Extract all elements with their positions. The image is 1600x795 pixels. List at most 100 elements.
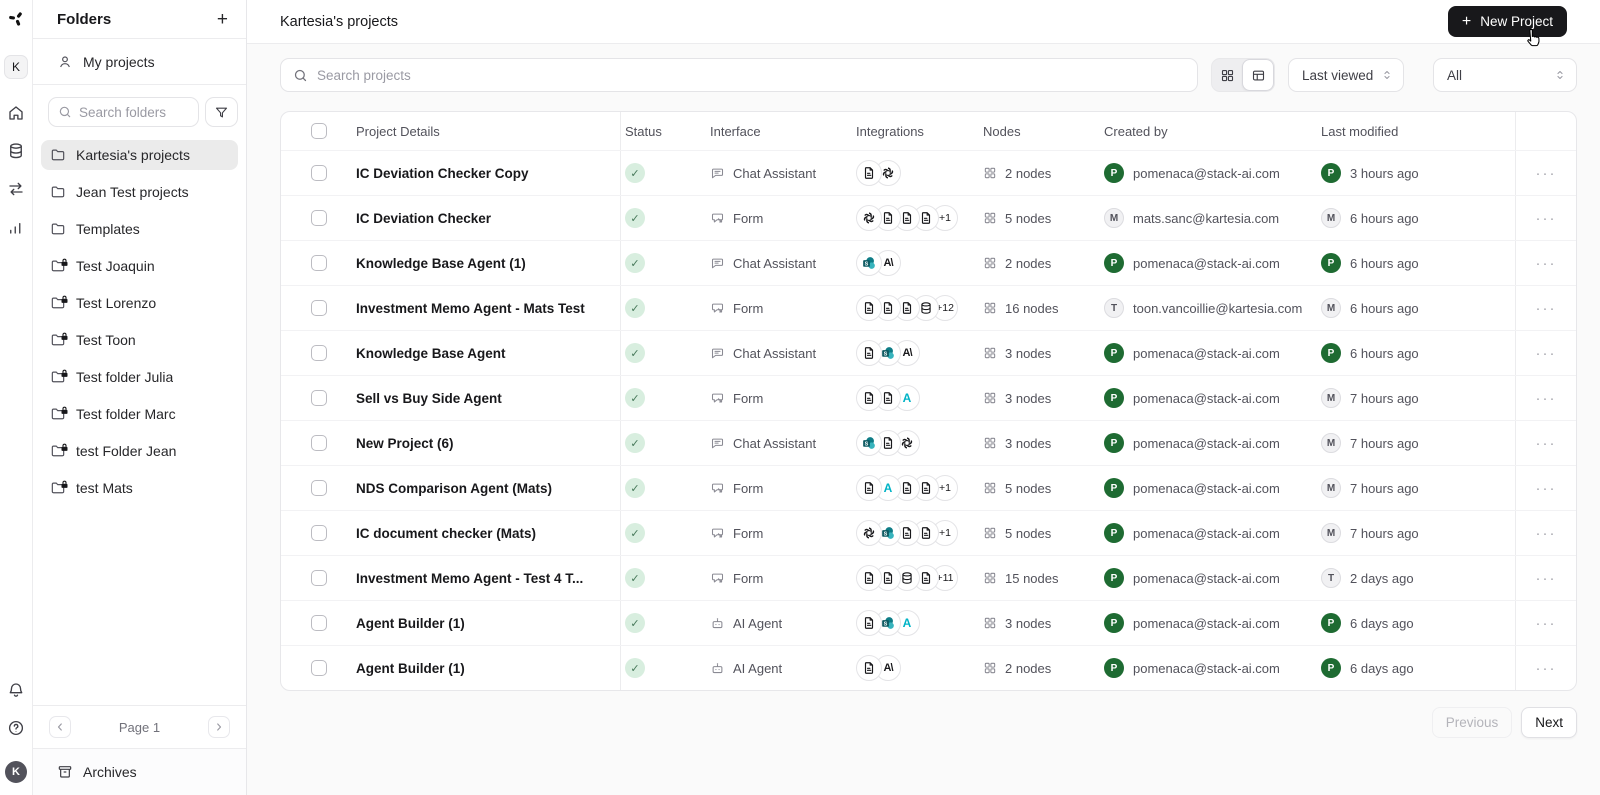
row-checkbox[interactable] (311, 345, 327, 361)
row-menu-button[interactable]: ··· (1530, 252, 1563, 275)
home-icon[interactable] (7, 104, 25, 122)
folder-icon (50, 147, 66, 163)
doc-logo-icon (900, 211, 914, 225)
project-name[interactable]: IC Deviation Checker Copy (356, 166, 541, 181)
next-page-button[interactable]: Next (1521, 707, 1577, 738)
doc-logo-icon (862, 391, 876, 405)
project-name[interactable]: IC Deviation Checker (356, 211, 503, 226)
integration-stack: +11 (856, 565, 958, 591)
row-checkbox[interactable] (311, 300, 327, 316)
row-checkbox[interactable] (311, 435, 327, 451)
row-menu-button[interactable]: ··· (1530, 477, 1563, 500)
sidebar-folder-item[interactable]: test Mats (41, 473, 238, 503)
row-menu-button[interactable]: ··· (1530, 657, 1563, 680)
status-active-icon: ✓ (625, 523, 645, 543)
sidebar-folder-item[interactable]: test Folder Jean (41, 436, 238, 466)
folder-label: Jean Test projects (76, 184, 189, 200)
sidebar-folder-item[interactable]: Test Toon (41, 325, 238, 355)
svg-text:S: S (884, 622, 888, 628)
integrations-cell: S (851, 421, 981, 465)
row-checkbox[interactable] (311, 660, 327, 676)
workspace-avatar[interactable]: K (4, 55, 28, 79)
status-cell: ✓ (621, 331, 706, 375)
last-modified-cell: T 2 days ago (1316, 556, 1515, 600)
project-name[interactable]: Sell vs Buy Side Agent (356, 391, 514, 406)
row-checkbox[interactable] (311, 165, 327, 181)
new-project-button[interactable]: + New Project (1447, 6, 1567, 37)
user-avatar[interactable]: K (5, 761, 27, 783)
table-row: IC Deviation Checker ✓ Form +1 5 nodes Mmats.… (281, 195, 1576, 240)
connections-icon[interactable] (7, 180, 25, 198)
chat-interface-icon (710, 436, 725, 451)
previous-page-button[interactable]: Previous (1431, 707, 1513, 738)
created-by-avatar: P (1104, 478, 1124, 498)
row-checkbox[interactable] (311, 480, 327, 496)
row-menu-button[interactable]: ··· (1530, 162, 1563, 185)
project-name[interactable]: NDS Comparison Agent (Mats) (356, 481, 564, 496)
topbar: Kartesia's projects + New Project (247, 0, 1600, 44)
row-menu-button[interactable]: ··· (1530, 387, 1563, 410)
new-project-label: New Project (1480, 14, 1553, 29)
project-name[interactable]: IC document checker (Mats) (356, 526, 548, 541)
scope-filter-select[interactable]: All (1433, 58, 1577, 92)
project-name[interactable]: Investment Memo Agent - Test 4 T... (356, 571, 595, 586)
nodes-cell: 3 nodes (981, 331, 1101, 375)
nodes-grid-icon (983, 436, 997, 450)
project-name[interactable]: Knowledge Base Agent (356, 346, 518, 361)
sharepoint-logo-icon: S (881, 616, 895, 630)
folders-next-page-button[interactable] (208, 716, 230, 738)
sidebar-folder-item[interactable]: Kartesia's projects (41, 140, 238, 170)
created-by-cell: Ppomenaca@stack-ai.com (1101, 646, 1316, 690)
row-menu-button[interactable]: ··· (1530, 342, 1563, 365)
row-checkbox[interactable] (311, 255, 327, 271)
project-name[interactable]: Agent Builder (1) (356, 616, 477, 631)
row-checkbox[interactable] (311, 390, 327, 406)
folders-prev-page-button[interactable] (49, 716, 71, 738)
sidebar-item-my-projects[interactable]: My projects (33, 39, 246, 85)
row-menu-button[interactable]: ··· (1530, 297, 1563, 320)
sidebar-folder-item[interactable]: Test Joaquin (41, 251, 238, 281)
project-name[interactable]: Knowledge Base Agent (1) (356, 256, 538, 271)
last-modified-avatar: M (1321, 298, 1341, 318)
project-name[interactable]: New Project (6) (356, 436, 466, 451)
help-icon[interactable] (7, 719, 25, 737)
table-view-button[interactable] (1242, 59, 1274, 91)
row-menu-button[interactable]: ··· (1530, 432, 1563, 455)
row-checkbox[interactable] (311, 615, 327, 631)
knowledge-bases-icon[interactable] (7, 142, 25, 160)
nodes-count: 2 nodes (1005, 660, 1052, 676)
sidebar-folder-item[interactable]: Test folder Julia (41, 362, 238, 392)
sidebar-folder-item[interactable]: Jean Test projects (41, 177, 238, 207)
sort-select[interactable]: Last viewed (1288, 58, 1404, 92)
project-name[interactable]: Agent Builder (1) (356, 661, 477, 676)
integration-doc (856, 340, 882, 366)
project-search-input[interactable] (317, 67, 1185, 83)
row-checkbox[interactable] (311, 210, 327, 226)
row-menu-button[interactable]: ··· (1530, 567, 1563, 590)
select-all-checkbox[interactable] (311, 123, 327, 139)
folder-filter-button[interactable] (205, 97, 238, 127)
doc-logo-icon (881, 571, 895, 585)
add-folder-button[interactable]: + (213, 8, 232, 31)
row-menu-button[interactable]: ··· (1530, 522, 1563, 545)
sidebar-folder-item[interactable]: Test Lorenzo (41, 288, 238, 318)
analytics-icon[interactable] (7, 218, 25, 236)
sidebar-item-archives[interactable]: Archives (33, 748, 246, 795)
nodes-cell: 16 nodes (981, 286, 1101, 330)
notifications-bell-icon[interactable] (7, 681, 25, 699)
project-name[interactable]: Investment Memo Agent - Mats Test (356, 301, 597, 316)
last-modified-time: 6 hours ago (1350, 210, 1419, 226)
sidebar-folder-item[interactable]: Templates (41, 214, 238, 244)
last-modified-avatar: M (1321, 388, 1341, 408)
grid-view-button[interactable] (1212, 59, 1242, 91)
created-by-email: pomenaca@stack-ai.com (1133, 615, 1280, 631)
row-menu-button[interactable]: ··· (1530, 612, 1563, 635)
row-checkbox[interactable] (311, 570, 327, 586)
chat-interface-icon (710, 166, 725, 181)
sidebar-folder-item[interactable]: Test folder Marc (41, 399, 238, 429)
folder-search-input[interactable] (79, 104, 189, 120)
row-menu-button[interactable]: ··· (1530, 207, 1563, 230)
interface-cell: Form (706, 556, 851, 600)
row-checkbox[interactable] (311, 525, 327, 541)
interface-cell: Form (706, 196, 851, 240)
